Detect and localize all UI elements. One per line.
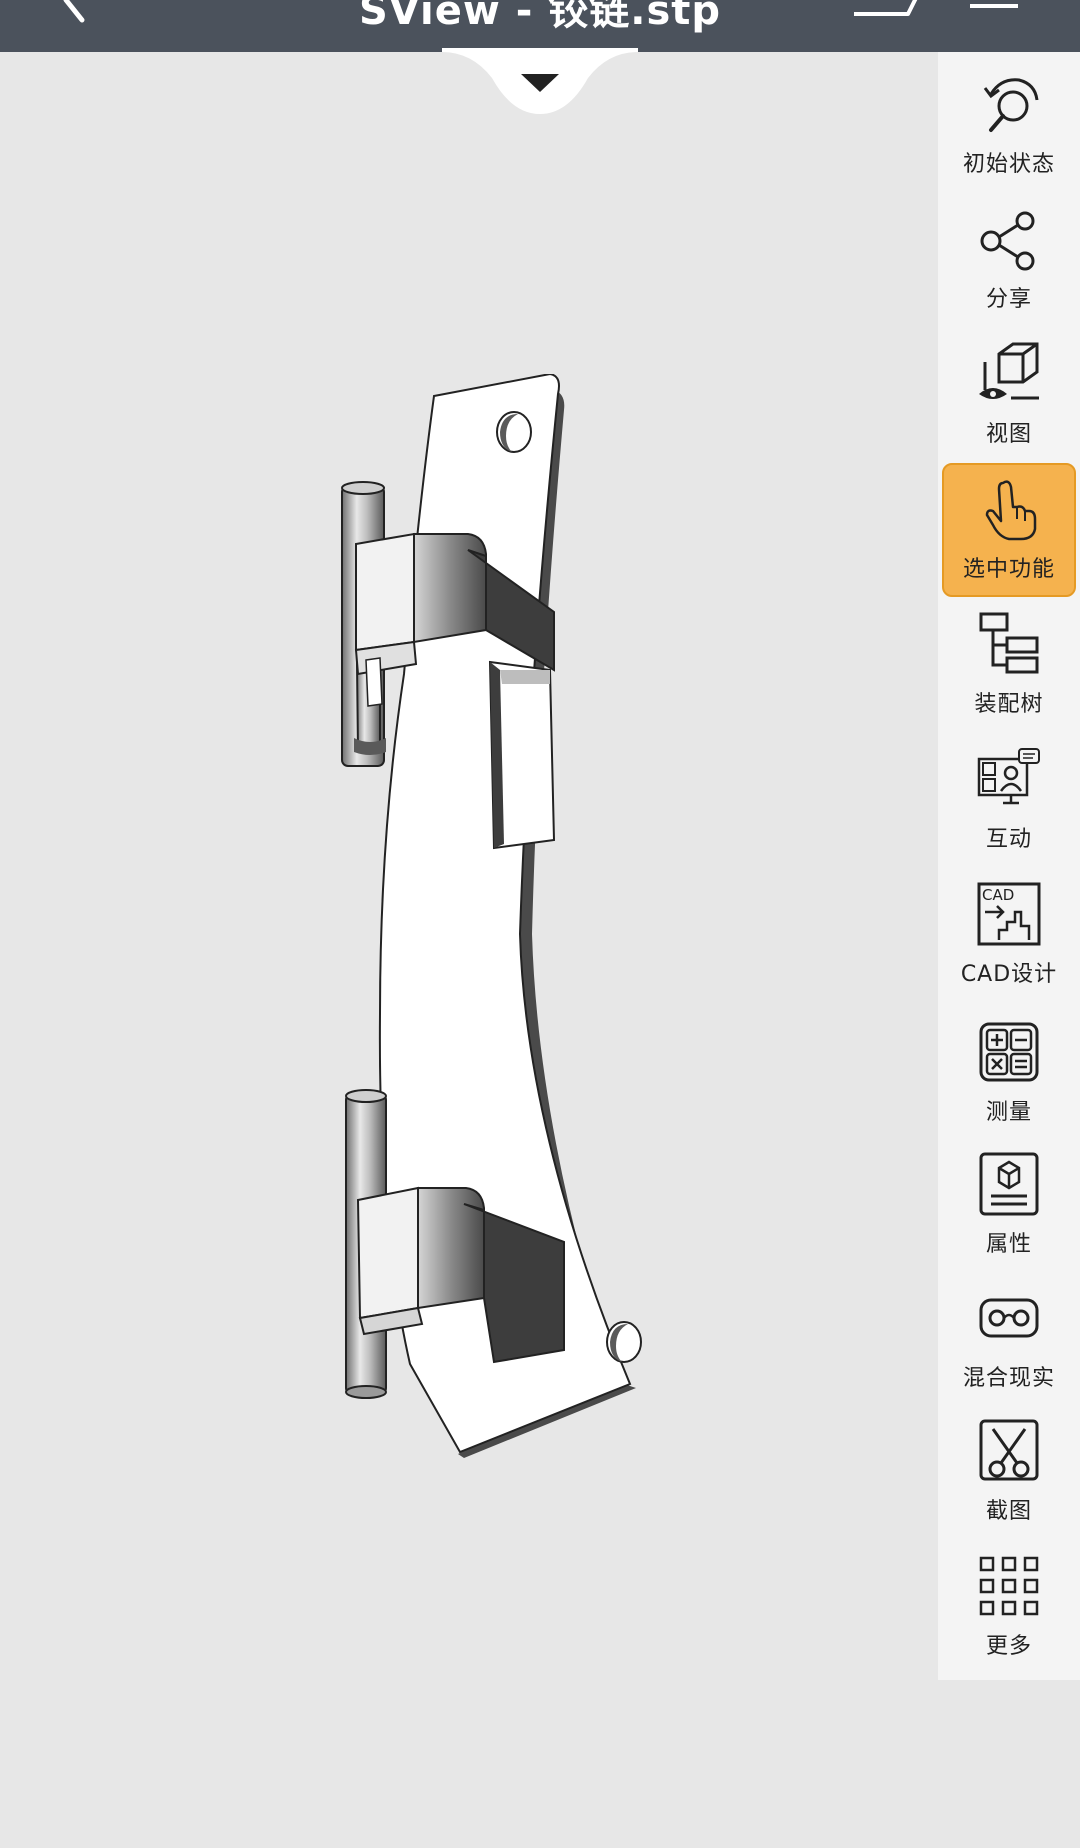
- tool-initial-state[interactable]: 初始状态: [942, 60, 1076, 194]
- tool-measure[interactable]: 测量: [942, 1008, 1076, 1142]
- view-cube-icon: [979, 342, 1039, 400]
- tool-label: 混合现实: [962, 1366, 1055, 1391]
- share-icon: [980, 211, 1035, 271]
- model-viewport[interactable]: [0, 52, 938, 1848]
- tool-label: 装配树: [974, 692, 1044, 717]
- cad-badge: CAD: [982, 886, 1014, 904]
- tool-label: 选中功能: [962, 557, 1055, 582]
- tool-more[interactable]: 更多: [942, 1542, 1076, 1676]
- tool-label: 测量: [985, 1100, 1032, 1125]
- menu-icon[interactable]: [966, 0, 1022, 18]
- tool-view[interactable]: 视图: [942, 330, 1076, 464]
- tool-label: 属性: [985, 1232, 1032, 1257]
- tool-label: 分享: [985, 287, 1032, 312]
- scissors-icon: [979, 1419, 1039, 1481]
- tool-label: 互动: [985, 827, 1032, 852]
- hand-pointer-icon: [985, 480, 1037, 541]
- properties-icon: [979, 1152, 1039, 1216]
- reset-view-icon: [983, 78, 1039, 132]
- tool-label: 更多: [985, 1634, 1032, 1659]
- tool-assembly-tree[interactable]: 装配树: [942, 600, 1076, 734]
- tool-mixed-reality[interactable]: 混合现实: [942, 1274, 1076, 1408]
- right-toolbar: 初始状态 分享 视图 选中功能 装配树 互动 CAD CAD设计 测量 属性 混…: [938, 52, 1080, 1680]
- hinge-3d-model[interactable]: [318, 374, 740, 1464]
- vr-headset-icon: [979, 1298, 1039, 1338]
- cad-design-icon: CAD: [977, 882, 1041, 946]
- grid-more-icon: [979, 1556, 1039, 1616]
- tool-share[interactable]: 分享: [942, 195, 1076, 329]
- interaction-icon: [977, 748, 1040, 805]
- tool-label: CAD设计: [960, 962, 1058, 987]
- top-bar: SView - 铰链.stp: [0, 0, 1080, 52]
- tool-interaction[interactable]: 互动: [942, 735, 1076, 869]
- tool-select-feature[interactable]: 选中功能: [942, 463, 1076, 597]
- tool-properties[interactable]: 属性: [942, 1140, 1076, 1274]
- tool-screenshot[interactable]: 截图: [942, 1407, 1076, 1541]
- tool-cad-design[interactable]: CAD CAD设计: [942, 870, 1076, 1004]
- edit-icon[interactable]: [848, 0, 920, 20]
- tool-label: 截图: [985, 1499, 1032, 1524]
- tool-label: 视图: [985, 422, 1032, 447]
- tool-label: 初始状态: [962, 152, 1055, 177]
- assembly-tree-icon: [979, 612, 1039, 674]
- calculator-icon: [979, 1022, 1039, 1082]
